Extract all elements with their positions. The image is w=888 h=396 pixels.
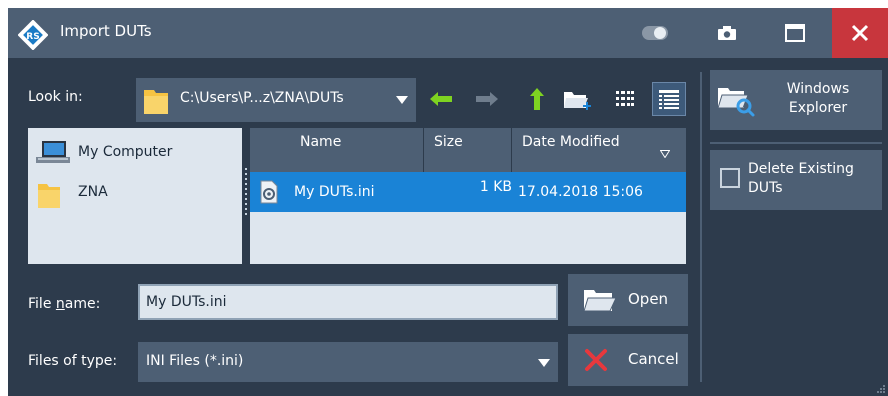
column-header-size[interactable]: Size [424,128,512,172]
chevron-down-icon [396,96,408,104]
file-type-value: INI Files (*.ini) [146,353,244,369]
resize-grip-icon[interactable] [876,384,886,394]
title-bar: RS Import DUTs [8,8,888,58]
places-panel: My Computer ZNA [28,128,242,264]
place-label: My Computer [78,144,173,160]
column-header-name[interactable]: Name [250,128,424,172]
windows-explorer-label: Windows Explorer [786,81,850,116]
list-view-icon[interactable] [608,82,642,116]
explorer-folder-search-icon [717,88,755,117]
cancel-button-label: Cancel [628,350,679,368]
toggle-icon[interactable] [632,8,678,58]
open-folder-icon [583,290,617,312]
place-item-zna[interactable]: ZNA [28,178,242,208]
ini-file-icon [260,180,278,204]
new-folder-icon[interactable] [560,82,594,116]
delete-existing-duts-checkbox[interactable]: Delete Existing DUTs [710,150,882,210]
maximize-icon[interactable] [772,8,818,58]
computer-icon [36,141,70,163]
file-name-cell: My DUTs.ini [294,184,375,200]
close-icon[interactable] [832,8,888,58]
look-in-path: C:\Users\P...z\ZNA\DUTs [180,90,344,106]
file-size-cell: 1 KB [479,179,512,195]
look-in-combo[interactable]: C:\Users\P...z\ZNA\DUTs [136,78,416,122]
chevron-down-icon [538,359,550,367]
place-label: ZNA [78,184,108,200]
file-type-combo[interactable]: INI Files (*.ini) [138,342,558,382]
place-item-my-computer[interactable]: My Computer [28,138,242,168]
delete-existing-duts-label: Delete Existing DUTs [748,161,854,196]
table-row[interactable]: My DUTs.ini 1 KB 17.04.2018 15:06 [250,172,686,212]
folder-icon [144,90,168,114]
folder-icon [38,184,60,208]
file-name-input[interactable] [138,284,558,320]
column-header-date-modified[interactable]: Date Modified [512,128,686,172]
sort-descending-icon [660,150,670,158]
look-in-label: Look in: [28,89,83,105]
file-name-label: File name: [28,296,101,312]
forward-arrow-icon[interactable] [470,82,504,116]
cancel-button[interactable]: Cancel [568,334,688,386]
windows-explorer-button[interactable]: Windows Explorer [710,70,882,130]
svg-text:RS: RS [26,32,39,42]
back-arrow-icon[interactable] [424,82,458,116]
import-duts-dialog: RS Import DUTs Look in: C:\Users\P...z\Z… [8,8,888,396]
horizontal-divider [710,142,882,144]
open-button[interactable]: Open [568,274,688,326]
window-title: Import DUTs [60,22,152,40]
open-button-label: Open [628,290,669,308]
rohde-schwarz-logo-icon: RS [18,20,48,50]
vertical-divider [700,72,702,382]
camera-icon[interactable] [704,8,750,58]
file-list-header: Name Size Date Modified [250,128,686,172]
panel-splitter[interactable] [244,168,248,218]
file-date-cell: 17.04.2018 15:06 [518,184,643,200]
details-view-icon[interactable] [652,82,686,116]
file-list: Name Size Date Modified My DUTs.ini 1 KB… [250,128,686,264]
file-type-label: Files of type: [28,353,118,369]
up-arrow-icon[interactable] [520,82,554,116]
checkbox-box[interactable] [720,168,740,188]
cancel-x-icon [585,349,607,371]
